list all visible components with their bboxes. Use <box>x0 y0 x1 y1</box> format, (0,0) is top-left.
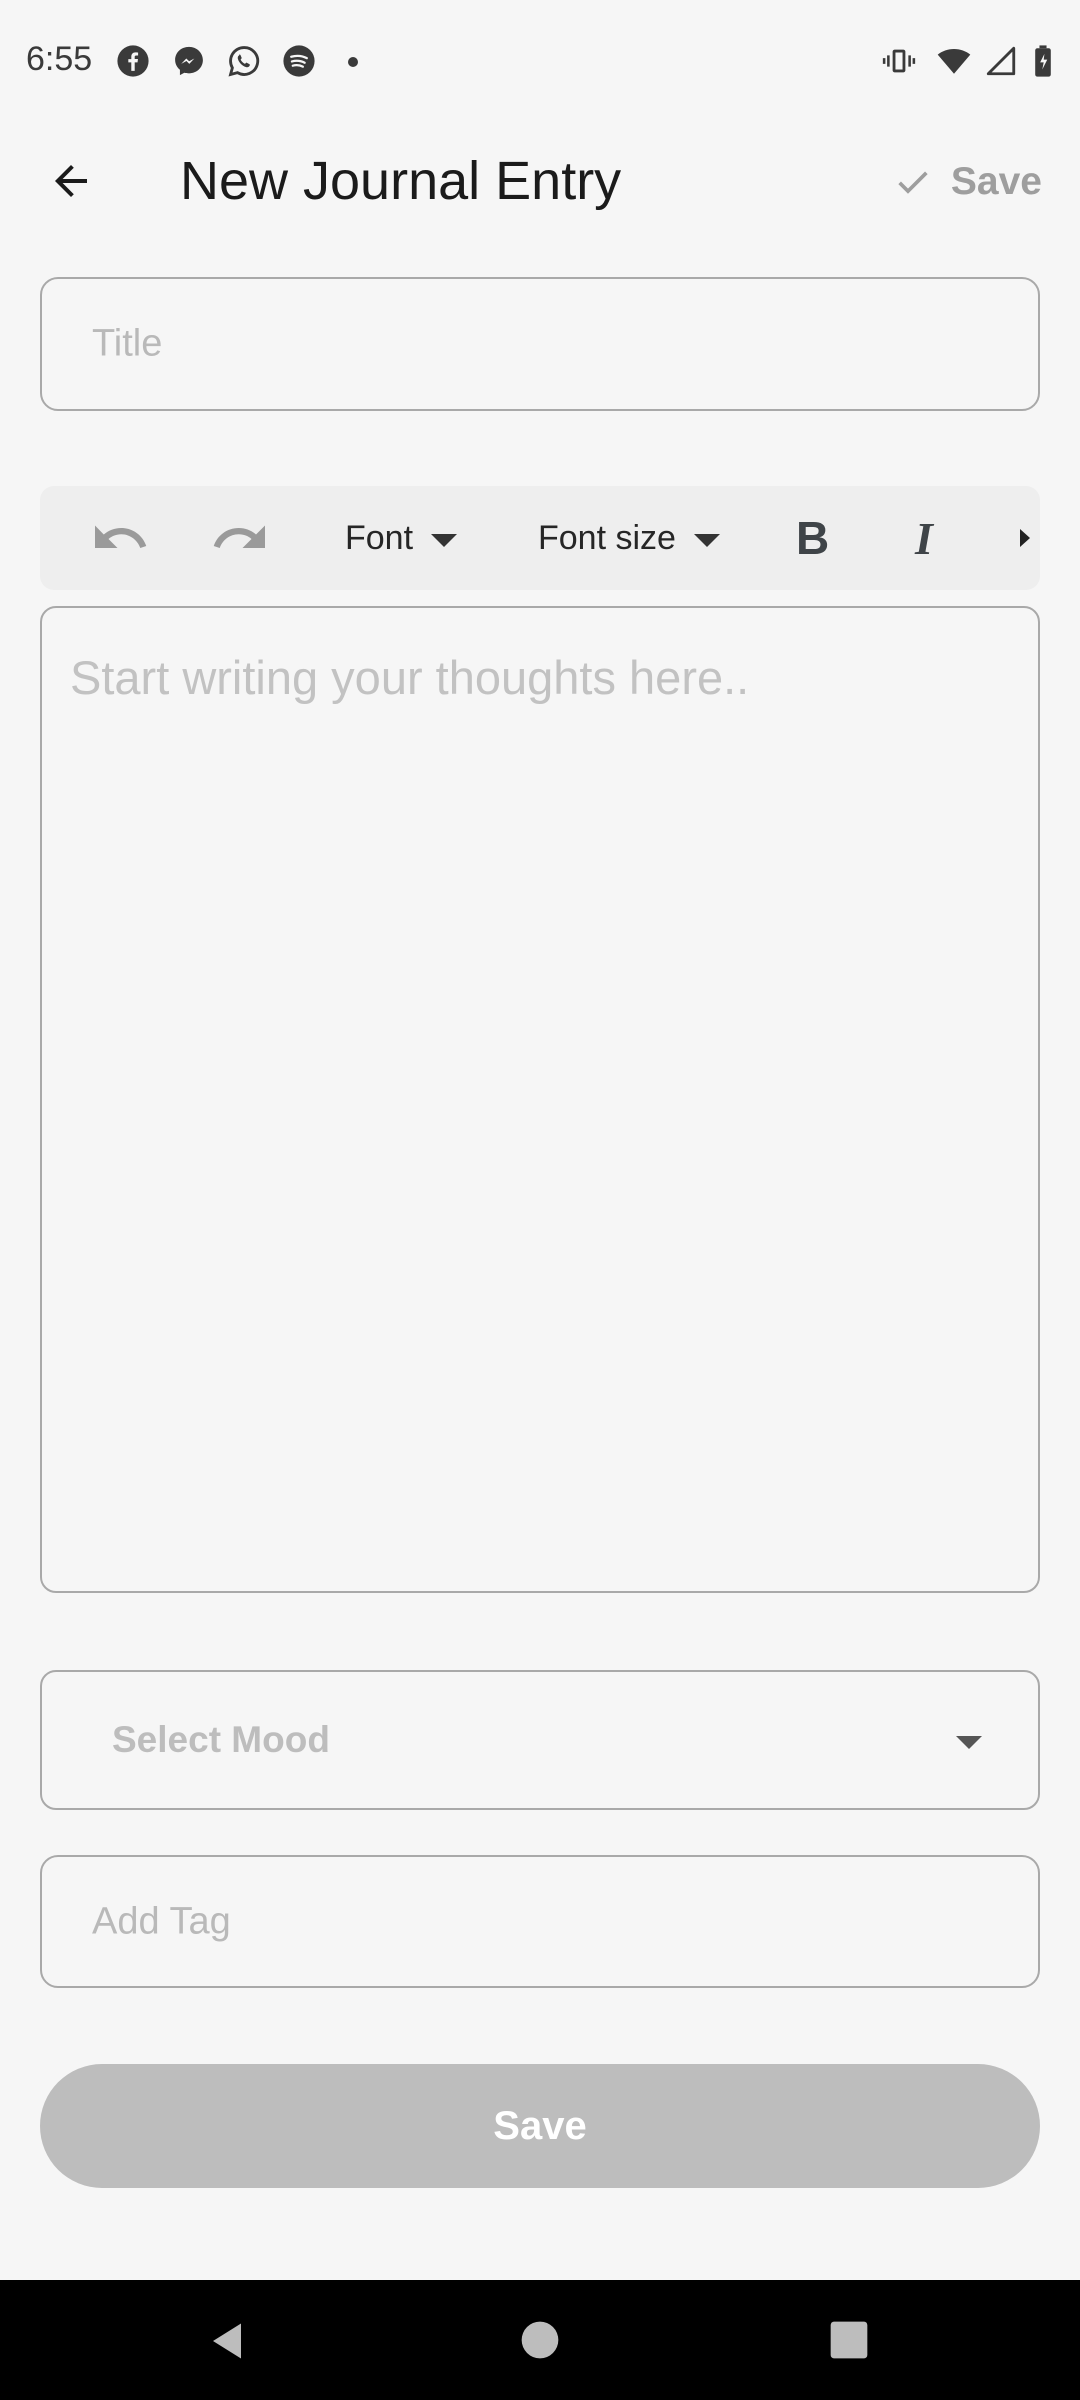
mood-select[interactable]: Select Mood <box>40 1670 1040 1810</box>
tag-input[interactable]: Add Tag <box>40 1855 1040 1988</box>
mood-placeholder: Select Mood <box>112 1719 330 1760</box>
system-nav-bar <box>0 2280 1080 2400</box>
signal-icon <box>986 46 1016 76</box>
title-placeholder: Title <box>92 322 163 365</box>
battery-icon <box>1035 45 1051 77</box>
messenger-icon <box>175 46 203 76</box>
facebook-icon <box>117 45 149 77</box>
nav-recents-icon[interactable] <box>829 2320 869 2360</box>
check-icon <box>898 171 928 194</box>
font-label: Font <box>345 518 414 557</box>
chevron-down-icon <box>431 533 458 547</box>
dropdown-arrow-icon <box>956 1736 982 1749</box>
title-input[interactable]: Title <box>40 277 1040 411</box>
undo-icon <box>95 525 147 548</box>
save-button[interactable]: Save <box>40 2064 1040 2188</box>
toolbar-more-button[interactable] <box>1020 486 1030 590</box>
font-dropdown[interactable]: Font <box>345 486 458 590</box>
save-button-label: Save <box>493 2103 587 2148</box>
formatting-toolbar: Font Font size B I <box>40 486 1040 590</box>
nav-home-icon[interactable] <box>520 2320 560 2360</box>
chevron-down-icon <box>693 533 720 547</box>
italic-button[interactable]: I <box>915 486 933 590</box>
journal-body-editor[interactable]: Start writing your thoughts here.. <box>40 606 1040 1593</box>
font-size-label: Font size <box>538 518 676 557</box>
italic-icon: I <box>915 512 933 564</box>
status-time: 6:55 <box>26 40 93 78</box>
redo-button[interactable] <box>210 486 270 590</box>
save-action-label: Save <box>950 160 1042 203</box>
bold-button[interactable]: B <box>796 486 829 590</box>
whatsapp-icon <box>228 46 260 77</box>
page-title: New Journal Entry <box>180 151 622 211</box>
font-size-dropdown[interactable]: Font size <box>538 486 720 590</box>
bold-icon: B <box>796 512 830 564</box>
back-button[interactable] <box>38 148 104 214</box>
tag-placeholder: Add Tag <box>92 1900 231 1942</box>
vibrate-icon <box>882 49 916 73</box>
wifi-icon <box>937 48 971 74</box>
editor-placeholder: Start writing your thoughts here.. <box>70 651 750 704</box>
nav-back-icon[interactable] <box>206 2320 248 2362</box>
spotify-icon <box>283 45 315 77</box>
redo-icon <box>213 525 265 548</box>
save-action-button[interactable]: Save <box>893 150 1042 214</box>
undo-button[interactable] <box>90 486 150 590</box>
arrow-back-icon <box>55 165 87 197</box>
more-notifications-dot <box>348 57 358 67</box>
more-right-icon <box>1020 529 1030 547</box>
